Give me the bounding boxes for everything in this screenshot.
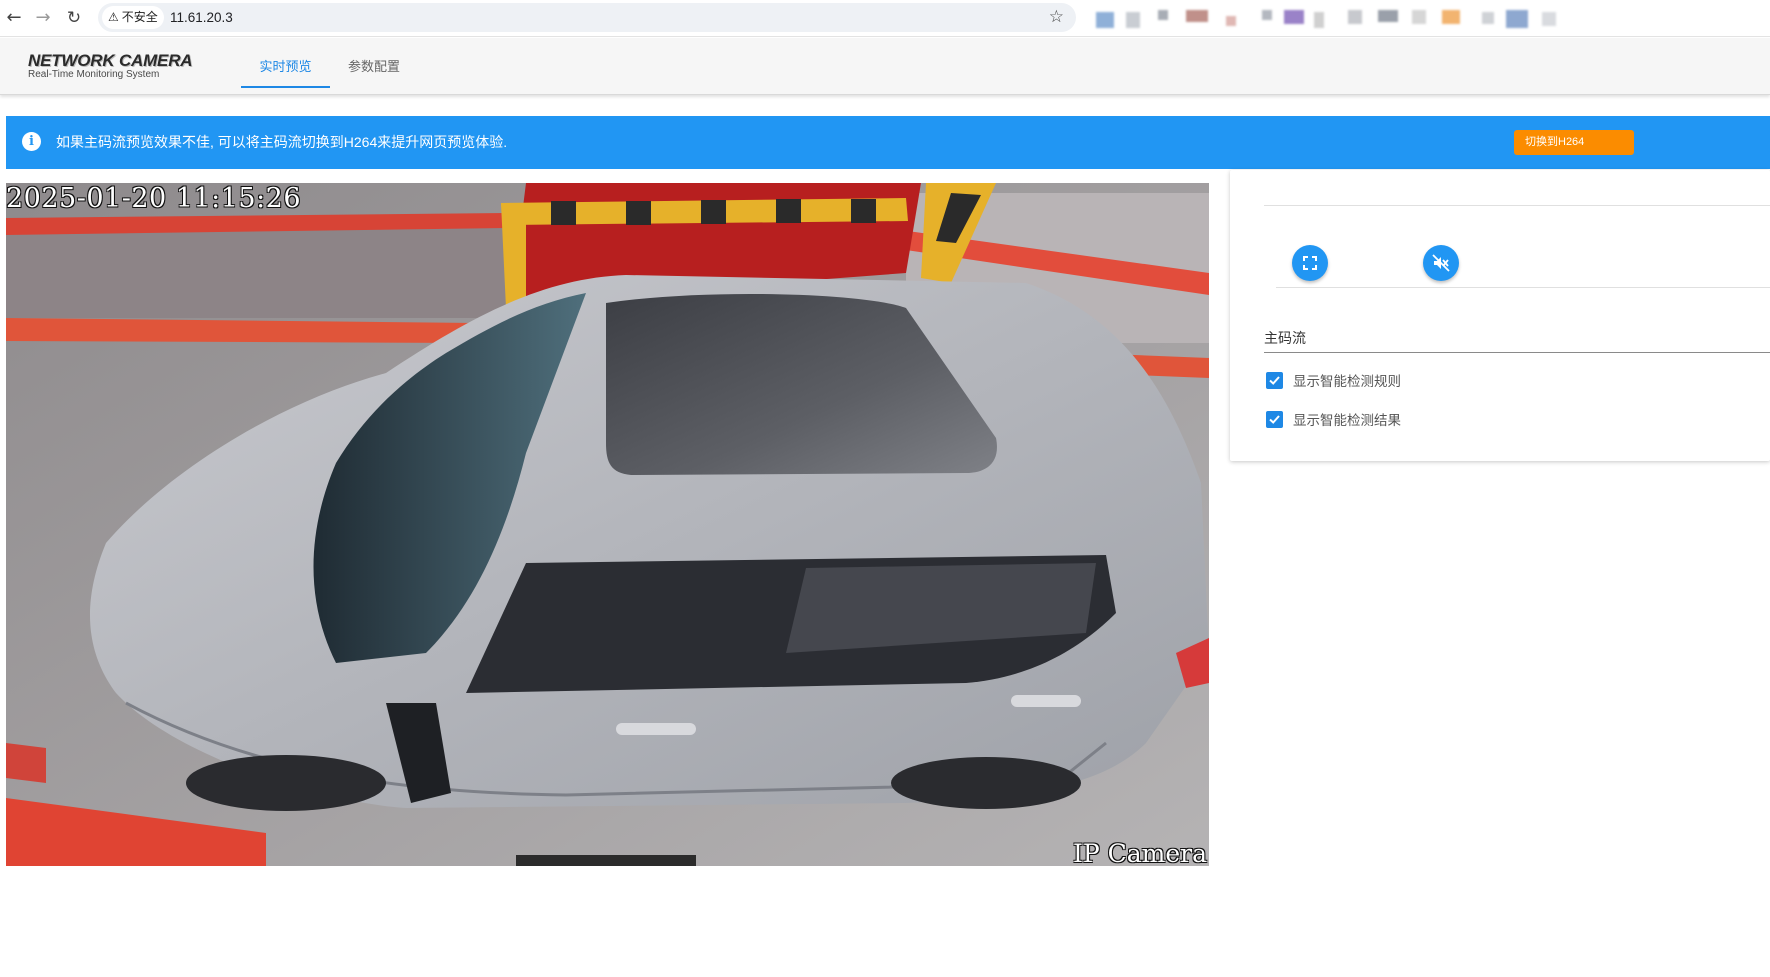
check-icon — [1269, 375, 1280, 385]
mute-button[interactable] — [1423, 245, 1459, 281]
security-label: 不安全 — [121, 10, 158, 24]
video-feed[interactable]: 2025-01-20 11:15:26 IP Camera — [6, 183, 1209, 866]
tab-settings[interactable]: 参数配置 — [336, 38, 412, 88]
osd-camera-name: IP Camera — [1072, 839, 1207, 866]
stream-select[interactable]: 主码流 — [1264, 326, 1770, 353]
warning-icon: ⚠ — [108, 10, 119, 24]
volume-off-icon — [1432, 254, 1450, 272]
banner-message: 如果主码流预览效果不佳, 可以将主码流切换到H264来提升网页预览体验. — [56, 134, 508, 150]
control-panel: 主码流 显示智能检测规则 显示智能检测结果 — [1230, 170, 1770, 461]
star-icon[interactable]: ☆ — [1049, 6, 1064, 29]
check-icon — [1269, 414, 1280, 424]
security-indicator[interactable]: ⚠ 不安全 — [102, 6, 164, 29]
fullscreen-button[interactable] — [1292, 245, 1328, 281]
logo-title: NETWORK CAMERA — [28, 51, 193, 70]
logo-subtitle: Real-Time Monitoring System — [28, 69, 160, 80]
show-detection-rules-option[interactable]: 显示智能检测规则 — [1266, 370, 1401, 390]
video-frame-image — [6, 183, 1209, 866]
back-icon[interactable]: ← — [2, 6, 26, 30]
divider — [1276, 287, 1770, 288]
option-label: 显示智能检测结果 — [1293, 413, 1401, 428]
blurred-extensions-area — [1086, 0, 1770, 37]
option-label: 显示智能检测规则 — [1293, 374, 1401, 389]
checkbox-checked[interactable] — [1266, 371, 1283, 389]
info-banner: i 如果主码流预览效果不佳, 可以将主码流切换到H264来提升网页预览体验. 切… — [6, 116, 1770, 169]
info-icon: i — [22, 132, 41, 151]
checkbox-checked[interactable] — [1266, 410, 1283, 428]
url-text[interactable]: 11.61.20.3 — [170, 3, 233, 32]
fullscreen-icon — [1303, 256, 1317, 270]
address-bar[interactable]: ⚠ 不安全 11.61.20.3 ☆ — [98, 3, 1076, 32]
browser-toolbar: ← → ↻ ⚠ 不安全 11.61.20.3 ☆ — [0, 0, 1770, 37]
app-header: NETWORK CAMERA Real-Time Monitoring Syst… — [0, 38, 1770, 95]
osd-timestamp: 2025-01-20 11:15:26 — [6, 183, 302, 214]
reload-icon[interactable]: ↻ — [62, 6, 86, 30]
switch-codec-button[interactable]: 切换到H264 — [1514, 130, 1634, 155]
tab-live-preview[interactable]: 实时预览 — [241, 38, 330, 88]
show-detection-results-option[interactable]: 显示智能检测结果 — [1266, 409, 1401, 429]
forward-icon[interactable]: → — [31, 6, 55, 30]
divider — [1264, 205, 1770, 206]
